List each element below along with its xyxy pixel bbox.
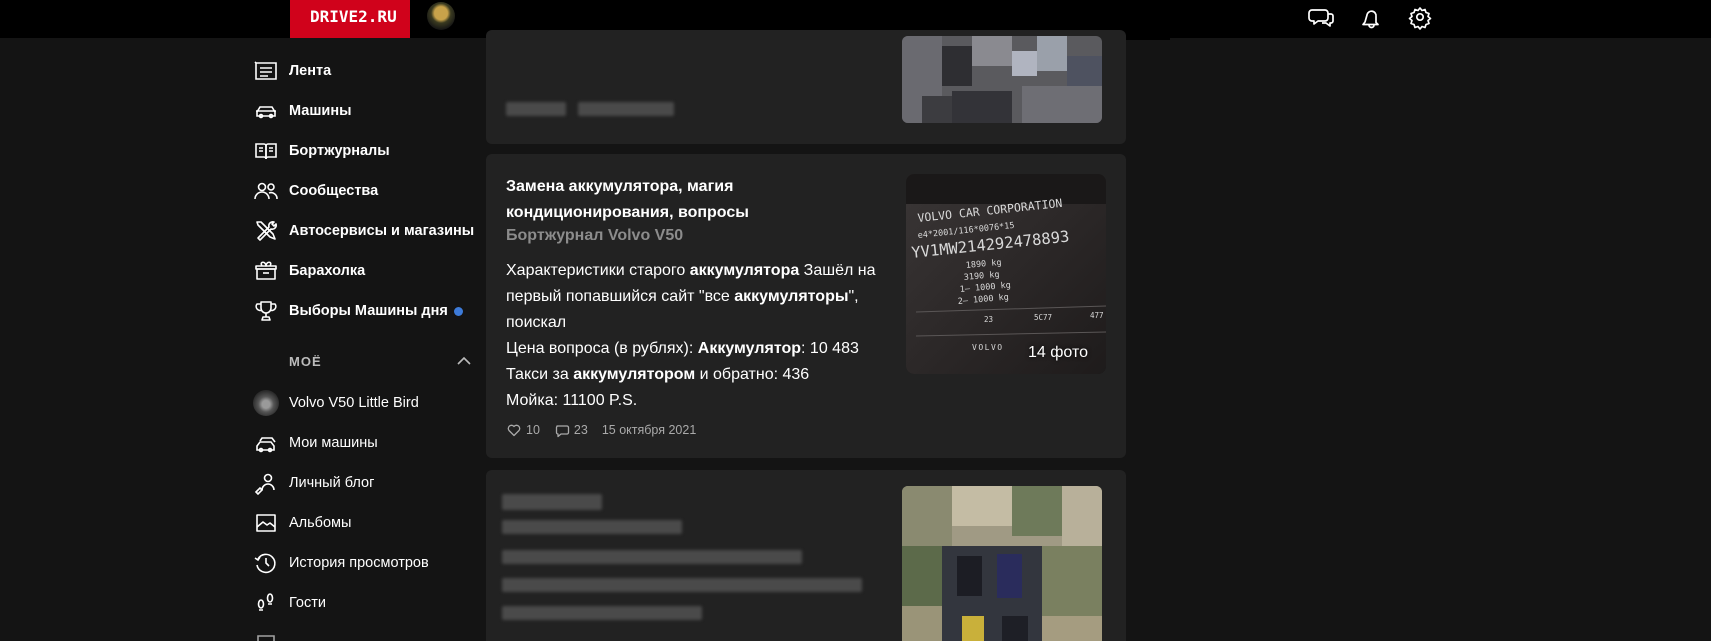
sidebar-item-blog[interactable]: Личный блог	[252, 468, 482, 498]
sidebar-item-car-of-day[interactable]: Выборы Машины дня	[252, 296, 482, 326]
sidebar-item-partial[interactable]	[252, 628, 482, 641]
post-title[interactable]: Замена аккумулятора, магия кондициониров…	[506, 174, 866, 226]
blurred-text	[502, 550, 802, 564]
people-icon	[252, 177, 280, 205]
my-section-title: МОЁ	[289, 354, 322, 369]
new-indicator-dot	[453, 306, 463, 316]
box-icon	[252, 257, 280, 285]
site-logo[interactable]: DRIVE2.RU	[290, 0, 410, 38]
post-meta: 10 23 15 октября 2021	[506, 420, 710, 440]
sidebar-item-my-cars[interactable]: Мои машины	[252, 428, 482, 458]
sidebar-item-feed[interactable]: Лента	[252, 56, 482, 86]
heart-icon[interactable]	[506, 422, 522, 438]
sidebar-item-label: Альбомы	[289, 515, 352, 531]
excerpt-paragraph: Характеристики старого аккумулятора Зашё…	[506, 262, 876, 331]
sidebar-item-logbooks[interactable]: Бортжурналы	[252, 136, 482, 166]
likes-count: 10	[526, 423, 540, 437]
blurred-text	[506, 102, 566, 116]
album-icon	[252, 509, 280, 537]
history-icon	[252, 549, 280, 577]
sidebar-item-label: Барахолка	[289, 263, 366, 279]
post-excerpt: Характеристики старого аккумулятора Зашё…	[506, 258, 886, 414]
comments-count: 23	[573, 423, 588, 437]
sidebar-item-cars[interactable]: Машины	[252, 96, 482, 126]
blurred-text	[502, 578, 862, 592]
cars-icon	[252, 429, 280, 457]
blurred-text	[502, 606, 702, 620]
blurred-title	[502, 494, 602, 510]
user-avatar[interactable]	[427, 2, 455, 30]
plate-code-3: 477	[1090, 311, 1104, 320]
plate-brand: VOLVO	[972, 343, 1004, 352]
sidebar-item-label: Машины	[289, 103, 352, 119]
sidebar-item-albums[interactable]: Альбомы	[252, 508, 482, 538]
post-card-next[interactable]	[486, 470, 1126, 641]
sidebar-item-guests[interactable]: Гости	[252, 588, 482, 618]
post-journal-link[interactable]: Бортжурнал Volvo V50	[506, 227, 683, 245]
footprints-icon	[252, 589, 280, 617]
settings-gear-icon[interactable]	[1406, 3, 1434, 31]
plate-code-1: 23	[984, 315, 993, 324]
plate-code-2: 5C77	[1034, 313, 1052, 322]
notifications-bell-icon[interactable]	[1357, 3, 1385, 31]
post-image[interactable]: VOLVO CAR CORPORATION e4*2001/116*0076*1…	[906, 174, 1106, 374]
post-image-blurred[interactable]	[902, 486, 1102, 641]
trophy-icon	[252, 297, 280, 325]
car-avatar	[252, 389, 280, 417]
post-image-blurred[interactable]	[902, 36, 1102, 123]
blog-icon	[252, 469, 280, 497]
sidebar-item-history[interactable]: История просмотров	[252, 548, 482, 578]
sidebar-item-label: Автосервисы и магазины	[289, 223, 475, 239]
sidebar-item-my-car[interactable]: Volvo V50 Little Bird	[252, 388, 482, 418]
blurred-text	[578, 102, 674, 116]
feed-icon	[252, 57, 280, 85]
post-card-previous[interactable]	[486, 30, 1126, 144]
bookmark-icon	[252, 629, 280, 641]
excerpt-line: Мойка: 11100 P.S.	[506, 392, 638, 409]
post-card[interactable]: Замена аккумулятора, магия кондициониров…	[486, 154, 1126, 458]
sidebar-item-label: Volvo V50 Little Bird	[289, 395, 419, 411]
excerpt-line: Цена вопроса (в рублях): Аккумулятор: 10…	[506, 340, 859, 357]
messages-icon[interactable]	[1308, 3, 1336, 31]
sidebar-item-label: Мои машины	[289, 435, 378, 451]
photo-count: 14 фото	[1028, 344, 1088, 361]
post-date: 15 октября 2021	[601, 423, 697, 437]
blurred-journal	[502, 520, 682, 534]
sidebar-item-communities[interactable]: Сообщества	[252, 176, 482, 206]
sidebar-item-marketplace[interactable]: Барахолка	[252, 256, 482, 286]
sidebar-item-label: Выборы Машины дня	[289, 303, 448, 319]
sidebar-item-label: Гости	[289, 595, 326, 611]
sidebar-item-label: История просмотров	[289, 555, 429, 571]
tools-icon	[252, 217, 280, 245]
sidebar-item-label: Бортжурналы	[289, 143, 390, 159]
comment-icon[interactable]	[554, 422, 570, 438]
excerpt-line: Такси за аккумулятором и обратно: 436	[506, 366, 810, 383]
sidebar-item-label: Личный блог	[289, 475, 375, 491]
car-icon	[252, 97, 280, 125]
book-icon	[252, 137, 280, 165]
sidebar-item-label: Лента	[289, 63, 332, 79]
sidebar-item-services[interactable]: Автосервисы и магазины	[252, 216, 482, 246]
chevron-up-icon[interactable]	[454, 351, 474, 371]
sidebar-item-label: Сообщества	[289, 183, 379, 199]
